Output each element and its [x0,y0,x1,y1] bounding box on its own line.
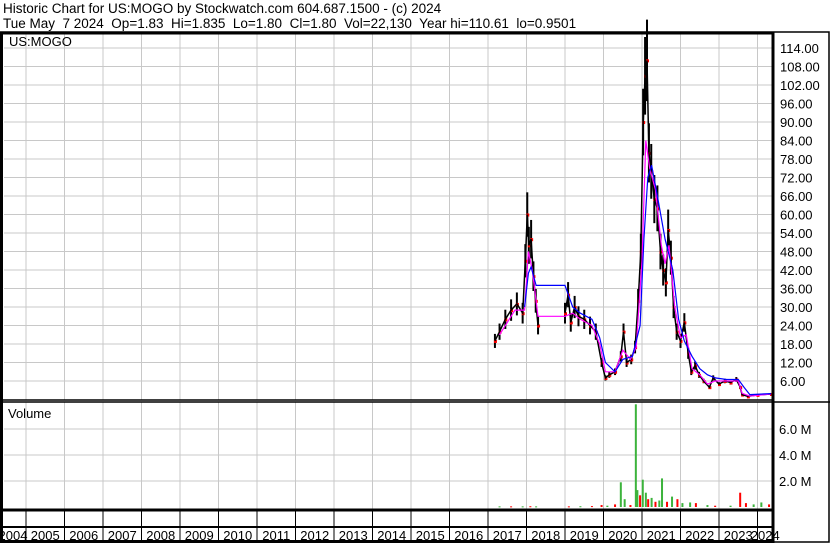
symbol-label: US:MOGO [9,34,72,49]
price-tick-label: 42.00 [780,263,813,278]
volume-bar [641,479,644,507]
price-tick-label: 66.00 [780,189,813,204]
volume-bars [498,404,771,508]
year-tick-label: 2007 [108,528,137,543]
volume-bar [623,499,626,507]
volume-bar [671,496,674,507]
volume-bar [567,506,570,508]
volume-bar [619,482,622,507]
volume-bar [654,501,657,507]
volume-bar [606,505,609,507]
volume-bar [752,504,755,507]
volume-tick-label: 6.0 M [779,422,812,437]
volume-bar [498,506,501,508]
volume-bar [661,478,664,507]
price-tick-label: 60.00 [780,208,813,223]
volume-bar [614,504,617,507]
price-tick-label: 18.00 [780,337,813,352]
year-tick-label: 2014 [377,528,406,543]
year-tick-label: 2012 [300,528,329,543]
volume-bar [650,497,653,507]
year-tick-label: 2023 [724,528,753,543]
volume-bar [760,502,763,507]
year-tick-label: 2020 [608,528,637,543]
year-tick-label: 2005 [31,528,60,543]
long-moving-average-line [524,165,772,396]
price-tick-label: 84.00 [780,134,813,149]
year-tick-label: 2019 [570,528,599,543]
volume-bar [666,501,669,507]
price-tick-label: 108.00 [780,60,820,75]
volume-bar [535,506,538,508]
outer-frame [0,31,830,543]
price-tick-label: 48.00 [780,245,813,260]
volume-bar [714,505,717,507]
price-tick-label: 114.00 [780,41,819,56]
volume-bar [521,506,524,508]
grid [4,33,773,509]
price-tick-label: 54.00 [780,226,813,241]
price-series [493,19,773,399]
volume-bar [676,499,679,507]
volume-bar [658,500,661,507]
year-tick-label: 2016 [454,528,483,543]
volume-bar [510,506,513,508]
year-tick-label: 2024 [751,528,780,543]
year-tick-label: 2022 [685,528,714,543]
volume-bar [681,503,684,507]
volume-bar [579,506,582,508]
year-tick-label: 2013 [339,528,368,543]
stock-chart: US:MOGO Volume 6.00 12.00 18.00 24.00 30.00 3… [0,19,830,543]
volume-bar [600,505,603,507]
volume-bar [529,506,532,508]
volume-label: Volume [8,406,51,421]
price-tick-label: 6.00 [780,374,805,389]
year-tick-label: 2008 [146,528,175,543]
price-tick-label: 12.00 [780,356,813,371]
volume-tick-label: 4.0 M [779,448,812,463]
year-tick-label: 2021 [647,528,676,543]
price-tick-label: 102.00 [780,78,820,93]
price-tick-label: 72.00 [780,171,813,186]
volume-bar [636,490,639,507]
chart-frame [0,31,775,543]
year-tick-label: 2011 [262,528,290,543]
volume-bar [729,505,732,507]
volume-bar [590,506,593,508]
year-tick-label: 2006 [69,528,98,543]
year-tick-label: 2010 [223,528,252,543]
volume-bar [647,499,650,507]
volume-bar [629,505,632,507]
price-tick-label: 30.00 [780,300,813,315]
volume-bar [768,504,771,507]
frame [0,31,830,543]
price-tick-label: 96.00 [780,97,813,112]
price-tick-label: 24.00 [780,319,813,334]
volume-bar [739,492,742,507]
volume-bar [644,492,647,507]
volume-bar [706,505,709,507]
year-tick-label: 2017 [493,528,522,543]
price-tick-label: 90.00 [780,115,813,130]
year-tick-label: 2009 [185,528,214,543]
year-tick-label: 2018 [531,528,560,543]
year-tick-label: 2015 [416,528,445,543]
year-tick-label: 2004 [0,528,27,543]
volume-tick-label: 2.0 M [779,474,812,489]
price-tick-label: 36.00 [780,282,813,297]
volume-bar [689,502,692,507]
volume-bar [694,503,697,507]
price-tick-label: 78.00 [780,152,813,167]
volume-bar [639,495,642,507]
short-moving-average-line [498,140,772,397]
axis-ticks: 6.00 12.00 18.00 24.00 30.00 36.00 42.00 48.00 5… [0,41,820,543]
volume-bar [744,503,747,507]
